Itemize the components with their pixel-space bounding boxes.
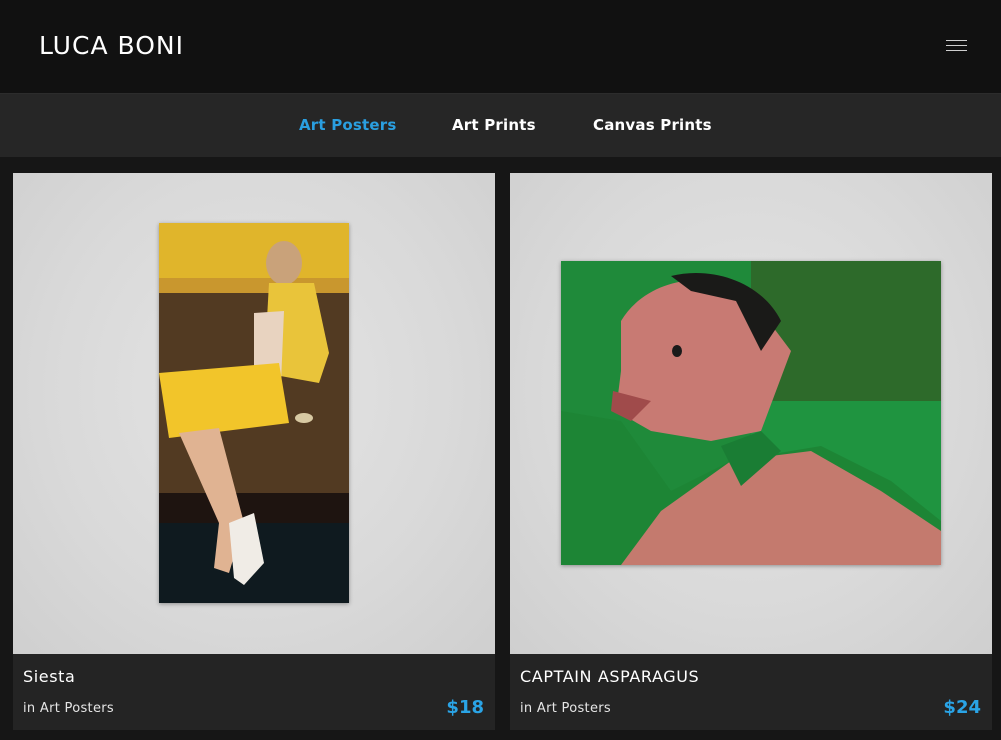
product-image[interactable]: [510, 173, 992, 654]
tab-art-prints[interactable]: Art Prints: [452, 116, 536, 134]
product-category: in Art Posters: [23, 701, 114, 716]
captain-asparagus-artwork-image: [561, 261, 941, 565]
product-title[interactable]: CAPTAIN ASPARAGUS: [520, 667, 699, 686]
product-card-siesta[interactable]: Siesta in Art Posters $18: [13, 173, 495, 730]
product-card-captain-asparagus[interactable]: CAPTAIN ASPARAGUS in Art Posters $24: [510, 173, 992, 730]
product-price: $18: [446, 697, 484, 718]
product-price: $24: [943, 697, 981, 718]
product-title[interactable]: Siesta: [23, 667, 75, 686]
hamburger-menu-icon[interactable]: [946, 40, 967, 53]
product-category: in Art Posters: [520, 701, 611, 716]
tab-art-posters[interactable]: Art Posters: [299, 116, 397, 134]
siesta-artwork-image: [159, 223, 349, 603]
category-nav: Art Posters Art Prints Canvas Prints: [0, 94, 1001, 157]
site-header: LUCA BONI: [0, 0, 1001, 94]
site-logo[interactable]: LUCA BONI: [39, 31, 184, 60]
product-image[interactable]: [13, 173, 495, 654]
tab-canvas-prints[interactable]: Canvas Prints: [593, 116, 712, 134]
